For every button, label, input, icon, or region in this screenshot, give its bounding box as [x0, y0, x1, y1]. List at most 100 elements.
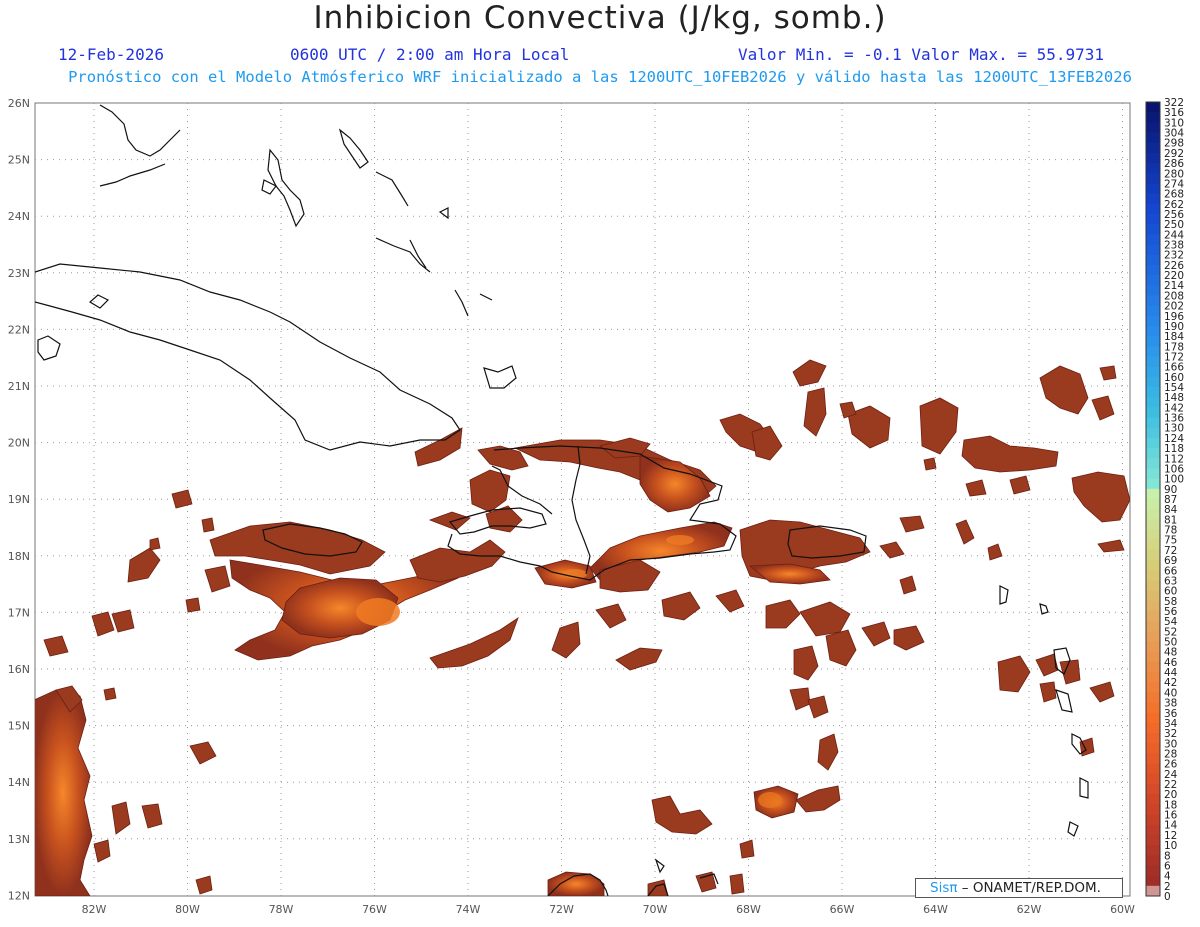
lon-label: 62W [1017, 903, 1042, 916]
colorbar-swatch [1146, 122, 1160, 134]
colorbar-swatch [1146, 407, 1160, 419]
lon-label: 76W [362, 903, 387, 916]
colorbar-swatch [1146, 753, 1160, 765]
credit-text: – ONAMET/REP.DOM. [961, 880, 1101, 896]
lon-label: 70W [643, 903, 668, 916]
colorbar-swatch [1146, 773, 1160, 785]
colorbar-swatch [1146, 254, 1160, 266]
lon-label: 66W [830, 903, 855, 916]
colorbar-swatch [1146, 437, 1160, 449]
colorbar-swatch [1146, 509, 1160, 520]
colorbar-swatch [1146, 590, 1160, 602]
colorbar-swatch [1146, 478, 1160, 490]
colorbar-swatch [1146, 275, 1160, 286]
colorbar-swatch [1146, 834, 1160, 846]
colorbar-swatch [1146, 203, 1160, 215]
colorbar-swatch [1146, 305, 1160, 317]
colorbar-swatch [1146, 600, 1160, 612]
colorbar-swatch [1146, 213, 1160, 225]
lon-label: 60W [1110, 903, 1135, 916]
colorbar-swatch [1146, 824, 1160, 836]
lon-label: 80W [175, 903, 200, 916]
colorbar-swatch [1146, 712, 1160, 724]
colorbar-swatch [1146, 610, 1160, 622]
colorbar-swatch [1146, 641, 1160, 653]
colorbar-swatch [1146, 152, 1160, 164]
map-canvas: 82W 80W 78W 76W 74W 72W 70W 68W 66W 64W 62W 60W 26N… [8, 97, 1185, 916]
colorbar-swatch [1146, 661, 1160, 673]
longitude-labels: 82W 80W 78W 76W 74W 72W 70W 68W 66W 64W 62W 60W [82, 903, 1135, 916]
colorbar-swatch [1146, 560, 1160, 571]
colorbar-swatch [1146, 488, 1160, 500]
lon-label: 68W [736, 903, 761, 916]
colorbar-swatch [1146, 193, 1160, 205]
colorbar-swatch [1146, 356, 1160, 368]
lat-label: 25N [8, 154, 30, 167]
colorbar-swatch [1146, 295, 1160, 307]
colorbar-swatch [1146, 529, 1160, 541]
colorbar-swatch [1146, 743, 1160, 754]
colorbar-swatch [1146, 346, 1160, 357]
colorbar-swatch [1146, 814, 1160, 826]
lat-label: 14N [8, 776, 30, 789]
colorbar-swatch [1146, 234, 1160, 246]
credit-box: Sisπ – ONAMET/REP.DOM. [915, 878, 1123, 898]
colorbar-swatch [1146, 519, 1160, 531]
sispi-logo: Sisπ [930, 880, 958, 896]
colorbar-swatch [1146, 387, 1160, 398]
colorbar-swatch [1146, 102, 1160, 113]
colorbar-swatch [1146, 845, 1160, 856]
colorbar-swatch [1146, 885, 1160, 897]
colorbar-swatch [1146, 397, 1160, 408]
colorbar-swatch [1146, 499, 1160, 510]
lat-label: 18N [8, 550, 30, 563]
lat-label: 15N [8, 720, 30, 733]
colorbar-swatch [1146, 163, 1160, 174]
colorbar-swatch [1146, 173, 1160, 184]
lat-label: 19N [8, 493, 30, 506]
colorbar-swatch [1146, 549, 1160, 561]
lat-label: 26N [8, 97, 30, 110]
colorbar-swatch [1146, 570, 1160, 581]
colorbar-swatch [1146, 244, 1160, 256]
colorbar-swatch [1146, 325, 1160, 337]
colorbar-swatch [1146, 448, 1160, 459]
colorbar-swatch [1146, 427, 1160, 439]
colorbar-swatch [1146, 855, 1160, 866]
lon-label: 82W [82, 903, 107, 916]
colorbar-swatch [1146, 784, 1160, 795]
colorbar-swatch [1146, 458, 1160, 469]
colorbar-label: 0 [1164, 891, 1171, 903]
colorbar-swatch [1146, 804, 1160, 816]
colorbar-swatch [1146, 702, 1160, 714]
lon-label: 78W [269, 903, 294, 916]
colorbar-swatch [1146, 621, 1160, 632]
colorbar-swatch [1146, 682, 1160, 693]
lat-label: 13N [8, 833, 30, 846]
colorbar-swatch [1146, 264, 1160, 276]
colorbar-swatch [1146, 112, 1160, 123]
lon-label: 72W [549, 903, 574, 916]
colorbar-swatch [1146, 539, 1160, 551]
colorbar-swatch [1146, 865, 1160, 877]
colorbar-swatch [1146, 794, 1160, 805]
lat-label: 16N [8, 663, 30, 676]
lon-label: 64W [923, 903, 948, 916]
colorbar-swatch [1146, 417, 1160, 429]
lat-label: 24N [8, 210, 30, 223]
colorbar-swatch [1146, 285, 1160, 296]
colorbar-swatch [1146, 875, 1160, 887]
colorbar-swatch [1146, 763, 1160, 775]
colorbar-swatch [1146, 183, 1160, 195]
colorbar-swatch [1146, 336, 1160, 347]
colorbar-swatch [1146, 631, 1160, 643]
lat-label: 22N [8, 323, 30, 336]
colorbar: 3223163103042982922862802742682622562502… [1145, 97, 1184, 903]
colorbar-swatch [1146, 468, 1160, 480]
colorbar-swatch [1146, 142, 1160, 154]
latitude-labels: 26N 25N 24N 23N 22N 21N 20N 19N 18N 17N 16N 15N 14N 1… [8, 97, 30, 902]
lat-label: 23N [8, 267, 30, 280]
lon-label: 74W [456, 903, 481, 916]
colorbar-swatch [1146, 580, 1160, 592]
lat-label: 20N [8, 437, 30, 450]
